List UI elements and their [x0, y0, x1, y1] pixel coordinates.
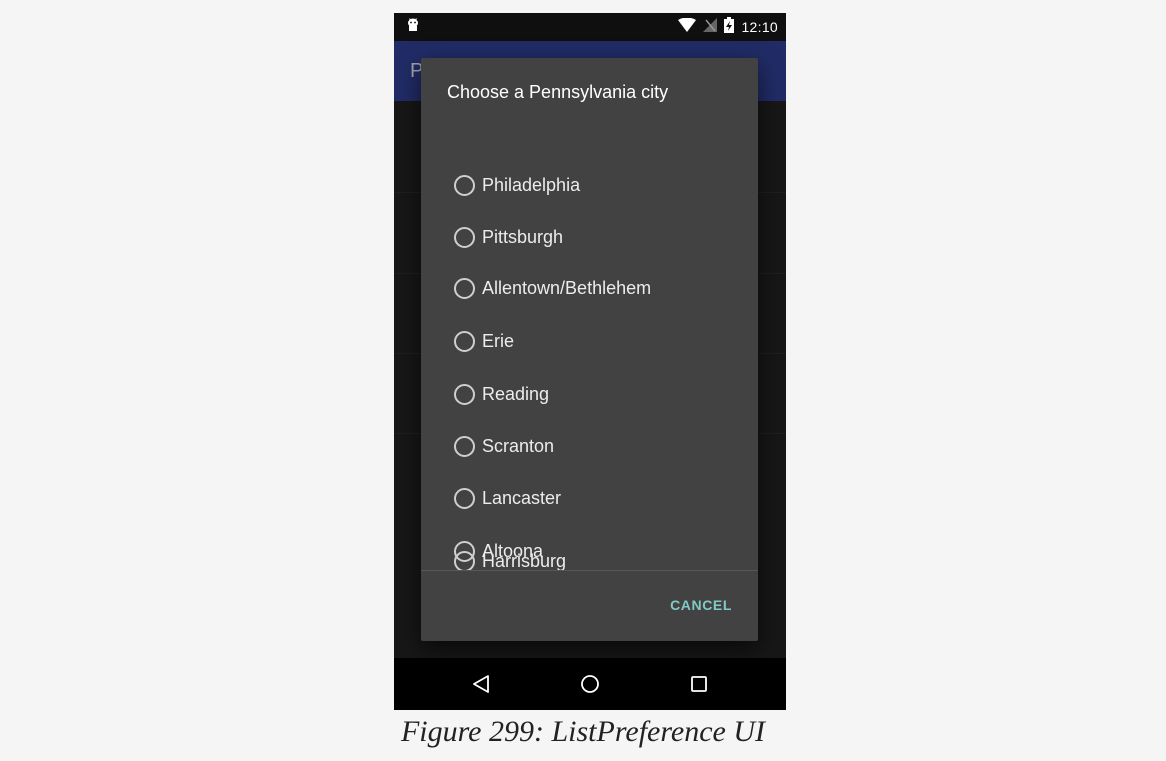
radio-button[interactable]: [454, 226, 475, 248]
no-signal-icon: [703, 17, 718, 37]
navigation-bar: [394, 658, 786, 710]
option-erie[interactable]: Erie: [454, 327, 514, 355]
radio-button[interactable]: [454, 330, 475, 352]
figure-caption: Figure 299: ListPreference UI: [400, 715, 766, 748]
option-label: Lancaster: [482, 487, 562, 508]
radio-button[interactable]: [454, 487, 475, 509]
radio-button[interactable]: [454, 383, 475, 405]
cancel-button[interactable]: CANCEL: [662, 588, 740, 622]
radio-button[interactable]: [454, 174, 475, 196]
option-pittsburgh[interactable]: Pittsburgh: [454, 223, 563, 251]
option-label: Scranton: [482, 435, 555, 456]
dialog-divider: [421, 570, 758, 571]
radio-button[interactable]: [454, 435, 475, 457]
option-scranton[interactable]: Scranton: [454, 432, 554, 460]
option-reading[interactable]: Reading: [454, 380, 549, 408]
status-bar: 12:10: [394, 13, 786, 41]
phone-screen: 12:10 P Choose a Pennsylvania city Phila…: [394, 13, 786, 710]
option-label: Reading: [482, 383, 550, 404]
radio-button[interactable]: [454, 277, 475, 299]
recents-icon[interactable]: [684, 670, 714, 698]
option-label: Philadelphia: [482, 174, 581, 195]
android-debug-icon: [406, 17, 420, 38]
home-icon[interactable]: [575, 670, 605, 698]
option-label: Harrisburg: [482, 551, 567, 570]
option-allentown-bethlehem[interactable]: Allentown/Bethlehem: [454, 274, 651, 302]
page: 12:10 P Choose a Pennsylvania city Phila…: [0, 0, 1166, 761]
option-label: Allentown/Bethlehem: [482, 277, 652, 298]
option-label: Pittsburgh: [482, 226, 564, 247]
option-label: Erie: [482, 330, 515, 351]
wifi-icon: [678, 17, 697, 37]
option-lancaster[interactable]: Lancaster: [454, 484, 561, 512]
list-preference-dialog: Choose a Pennsylvania city Philadelphia …: [421, 58, 758, 641]
back-icon[interactable]: [466, 670, 496, 698]
dialog-title: Choose a Pennsylvania city: [447, 82, 669, 102]
option-harrisburg[interactable]: Harrisburg: [454, 544, 566, 570]
option-philadelphia[interactable]: Philadelphia: [454, 171, 580, 199]
battery-charging-icon: [724, 16, 735, 38]
status-time: 12:10: [741, 19, 778, 35]
radio-button[interactable]: [454, 551, 475, 570]
